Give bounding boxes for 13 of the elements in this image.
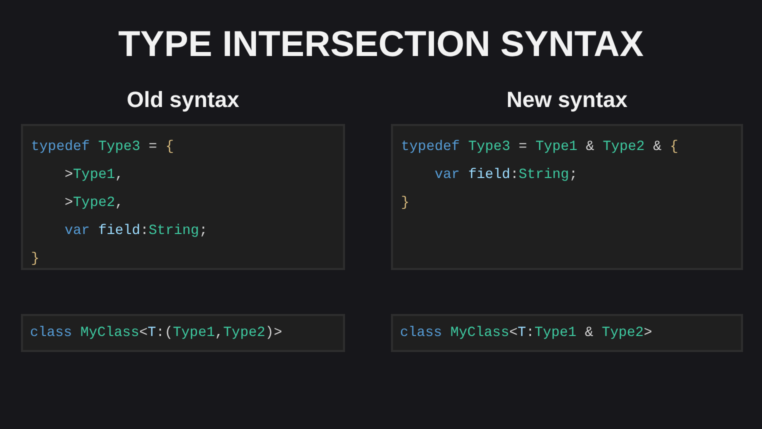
column-heading: Old syntax	[126, 86, 240, 114]
code-line: typedef Type3 = Type1 & Type2 & {	[401, 138, 678, 157]
page-title: TYPE INTERSECTION SYNTAX	[118, 22, 644, 66]
column-heading: New syntax	[506, 86, 628, 114]
code-line: }	[31, 250, 40, 269]
code-line: >Type1,	[64, 166, 124, 185]
code-line: var field:String;	[434, 166, 578, 185]
code-line: class MyClass<T:(Type1,Type2)>	[30, 324, 282, 343]
code-line: class MyClass<T:Type1 & Type2>	[400, 324, 652, 343]
code-line: typedef Type3 = {	[31, 138, 174, 157]
code-line: }	[401, 194, 410, 213]
code-line: >Type2,	[64, 194, 124, 213]
code-line: var field:String;	[64, 222, 208, 241]
